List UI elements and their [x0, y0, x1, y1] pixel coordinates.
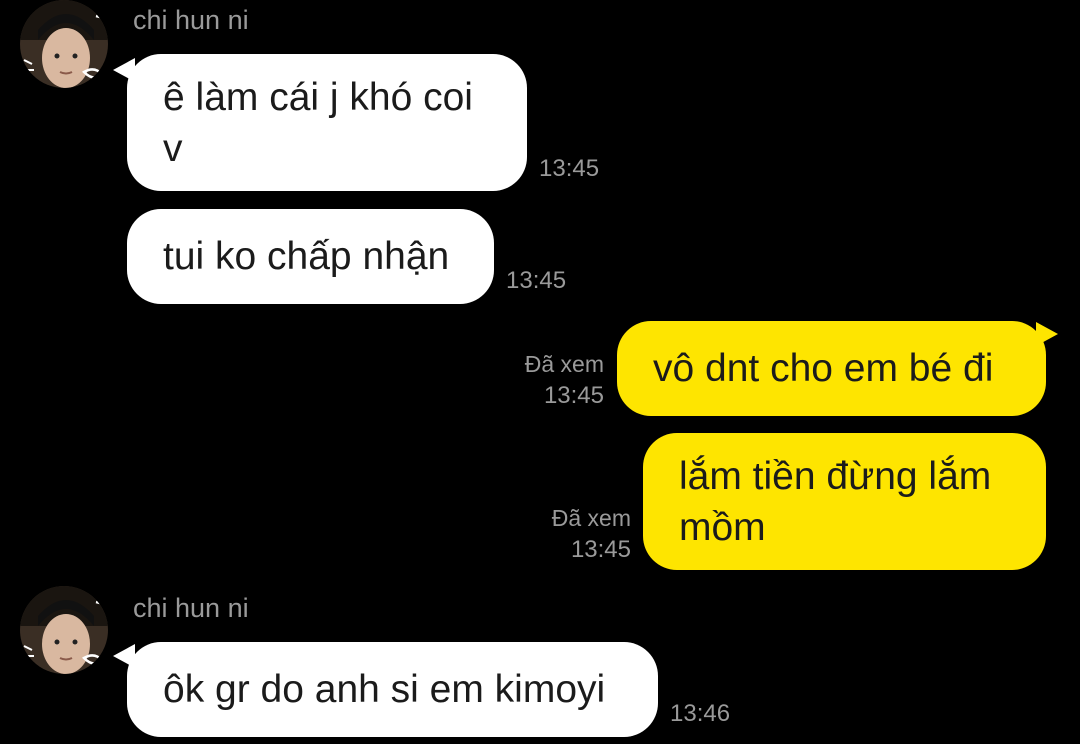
read-receipt: Đã xem [551, 505, 631, 531]
message-text: ê làm cái j khó coi v [163, 72, 473, 174]
message-meta: Đã xem 13:45 [506, 502, 631, 566]
timestamp-text: 13:45 [506, 267, 567, 294]
timestamp-text: 13:45 [543, 382, 604, 409]
message-text: lắm tiền đừng lắm mồm [679, 451, 991, 553]
sender-avatar[interactable] [20, 0, 108, 88]
message-timestamp: 13:45 [506, 265, 566, 297]
incoming-message-bubble[interactable]: tui ko chấp nhận [127, 209, 494, 304]
outgoing-message-bubble[interactable]: lắm tiền đừng lắm mồm [643, 433, 1046, 570]
sender-name: chi hun ni [133, 593, 249, 623]
message-line: vô dnt cho em bé đi [653, 347, 994, 390]
sender-name: chi hun ni [133, 5, 249, 35]
bubble-tail [1036, 322, 1058, 346]
message-meta: Đã xem 13:45 [480, 348, 604, 412]
timestamp-text: 13:46 [670, 700, 731, 727]
outgoing-message-bubble[interactable]: vô dnt cho em bé đi [617, 321, 1046, 416]
message-line: ê làm cái j khó coi [163, 75, 473, 119]
profile-photo-icon [20, 0, 108, 88]
message-timestamp: 13:45 [539, 153, 599, 185]
message-line: lắm tiền đừng lắm [679, 454, 992, 498]
incoming-message-bubble[interactable]: ê làm cái j khó coi v [127, 54, 527, 191]
message-timestamp: 13:46 [670, 698, 730, 730]
sender-avatar[interactable] [20, 586, 108, 674]
message-line: tui ko chấp nhận [163, 235, 450, 278]
timestamp-text: 13:45 [539, 155, 600, 182]
incoming-message-bubble[interactable]: ôk gr do anh si em kimoyi [127, 642, 658, 737]
timestamp-text: 13:45 [570, 536, 631, 563]
message-line: ôk gr do anh si em kimoyi [163, 668, 606, 711]
profile-photo-icon [20, 586, 108, 674]
message-line: v [163, 126, 183, 170]
message-line: mồm [679, 505, 766, 549]
read-receipt: Đã xem [524, 351, 604, 377]
